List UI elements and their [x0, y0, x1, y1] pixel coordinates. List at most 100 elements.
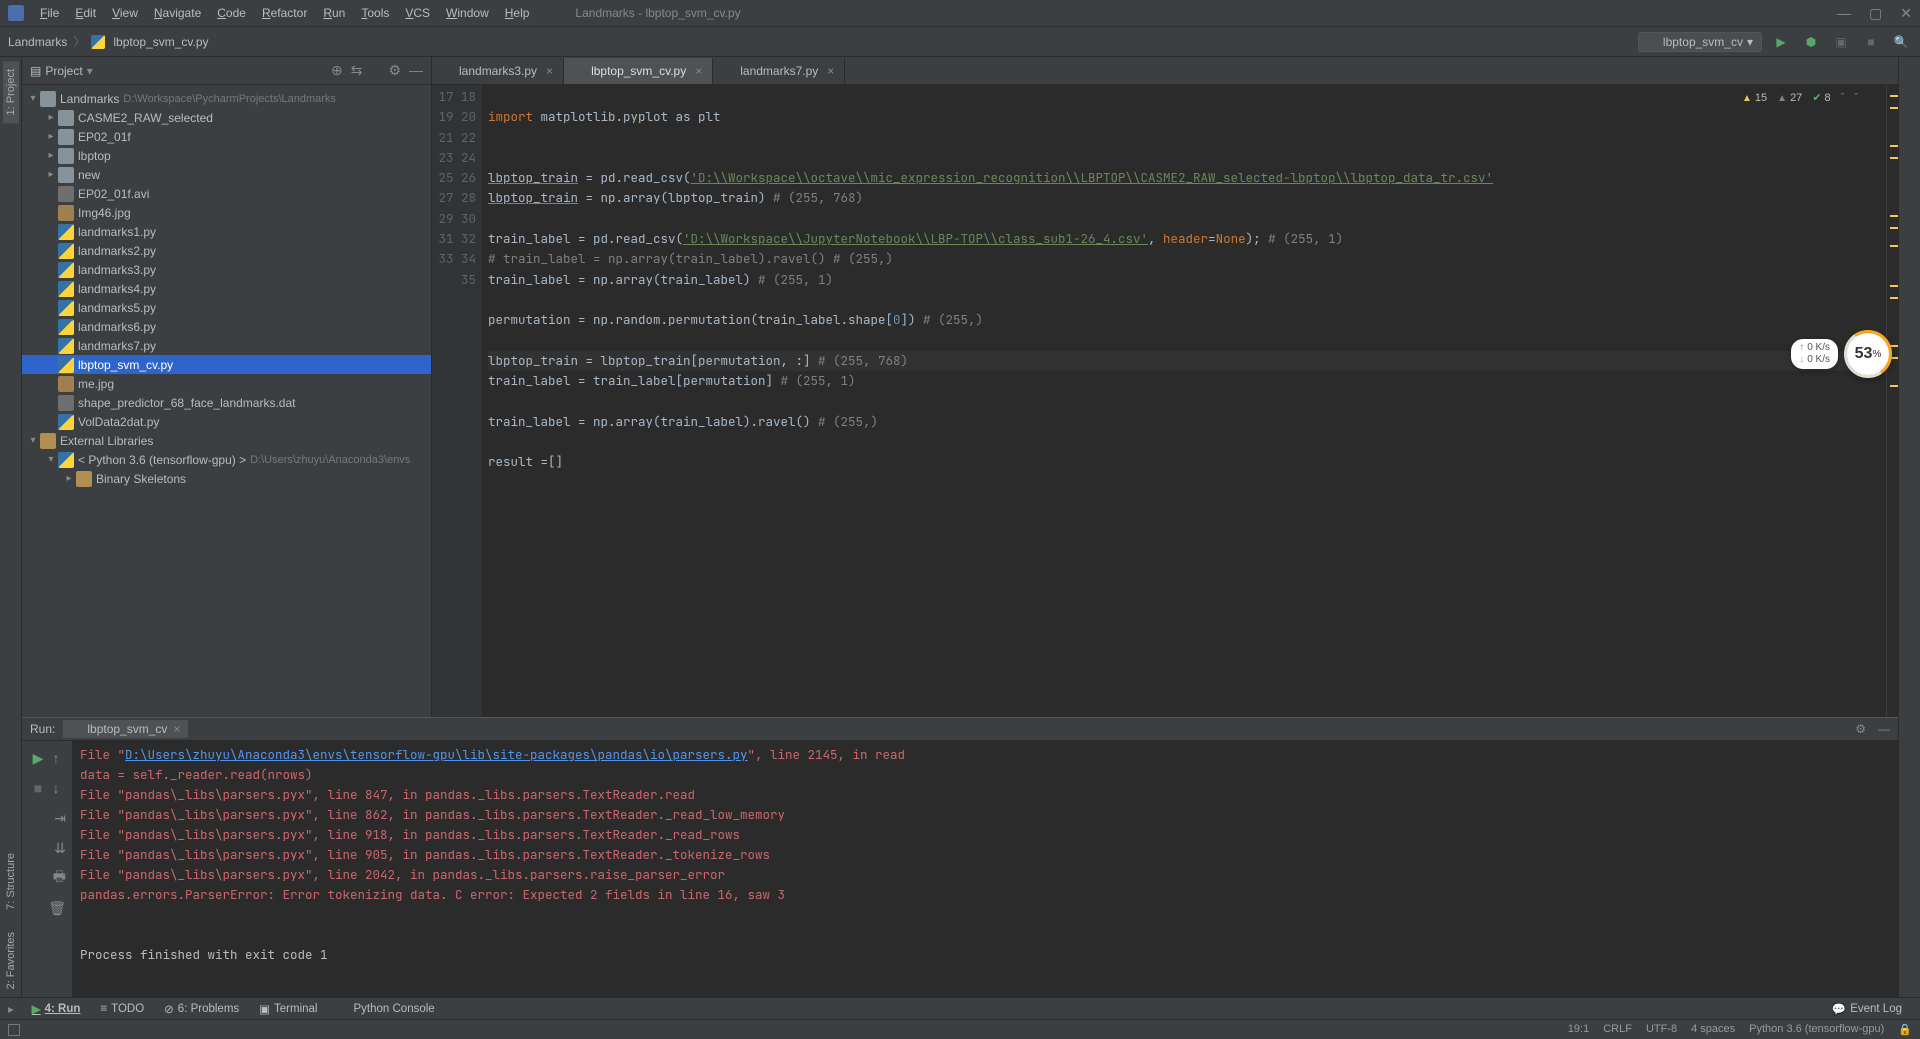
tree-item[interactable]: shape_predictor_68_face_landmarks.dat [22, 393, 431, 412]
python-interpreter[interactable]: Python 3.6 (tensorflow-gpu) [1749, 1023, 1884, 1036]
down-stack-icon[interactable]: ↓ [49, 777, 63, 799]
tree-item[interactable]: ▾< Python 3.6 (tensorflow-gpu) >D:\Users… [22, 450, 431, 469]
bottom-tab-terminal[interactable]: ▣Terminal [249, 1002, 327, 1016]
editor-tab[interactable]: landmarks3.py× [432, 58, 564, 84]
settings-icon[interactable]: ⚙ [388, 62, 401, 79]
tree-item[interactable]: me.jpg [22, 374, 431, 393]
indent-settings[interactable]: 4 spaces [1691, 1023, 1735, 1036]
tree-item[interactable]: landmarks6.py [22, 317, 431, 336]
hide-panel-icon[interactable]: — [1878, 722, 1890, 736]
tree-item[interactable]: VolData2dat.py [22, 412, 431, 431]
close-icon[interactable]: × [827, 64, 834, 78]
run-coverage-button[interactable]: ▣ [1830, 31, 1852, 53]
warning-count[interactable]: 15 [1742, 92, 1767, 104]
stop-icon[interactable]: ■ [31, 777, 45, 799]
editor-tab[interactable]: landmarks7.py× [713, 58, 845, 84]
hide-panel-icon[interactable]: — [409, 62, 423, 79]
debug-button[interactable]: ⬢ [1800, 31, 1822, 53]
locate-file-icon[interactable]: ⊕ [331, 62, 343, 79]
menu-run[interactable]: Run [317, 4, 351, 22]
tree-item[interactable]: Img46.jpg [22, 203, 431, 222]
side-tab-structure[interactable]: 7: Structure [3, 845, 19, 918]
percent-badge[interactable]: 53% [1844, 330, 1892, 378]
print-icon[interactable]: 🖶 [22, 867, 72, 889]
caret-position[interactable]: 19:1 [1568, 1023, 1589, 1036]
tree-item[interactable]: ▸Binary Skeletons [22, 469, 431, 488]
file-encoding[interactable]: UTF-8 [1646, 1023, 1677, 1036]
side-tab-project[interactable]: 1: Project [3, 61, 19, 123]
bottom-tab-python-console[interactable]: Python Console [328, 1003, 445, 1015]
side-tab-favorites[interactable]: 2: Favorites [3, 924, 19, 997]
tree-item[interactable]: landmarks1.py [22, 222, 431, 241]
inspection-widget[interactable]: 15 27 8 ˆ ˇ [1742, 91, 1858, 104]
menu-code[interactable]: Code [211, 4, 252, 22]
show-tool-windows-icon[interactable]: ▸ [8, 1002, 14, 1016]
run-config-selector[interactable]: lbptop_svm_cv ▾ [1638, 32, 1762, 52]
menu-vcs[interactable]: VCS [399, 4, 436, 22]
code-area[interactable]: import matplotlib.pyplot as plt lbptop_t… [482, 85, 1886, 717]
menu-view[interactable]: View [106, 4, 144, 22]
bottom-tab-run[interactable]: ▶4: Run [22, 1002, 91, 1016]
tree-item[interactable]: ▸new [22, 165, 431, 184]
tree-item[interactable]: ▸lbptop [22, 146, 431, 165]
maximize-icon[interactable]: ▢ [1869, 5, 1882, 22]
tree-item[interactable]: ▸CASME2_RAW_selected [22, 108, 431, 127]
prev-highlight-icon[interactable]: ˆ [1841, 92, 1845, 104]
line-separator[interactable]: CRLF [1603, 1023, 1632, 1036]
tree-item[interactable]: landmarks3.py [22, 260, 431, 279]
editor-tab[interactable]: lbptop_svm_cv.py× [564, 58, 713, 84]
next-highlight-icon[interactable]: ˇ [1854, 92, 1858, 104]
rerun-icon[interactable]: ▶ [31, 747, 45, 769]
run-button[interactable]: ▶ [1770, 31, 1792, 53]
menu-navigate[interactable]: Navigate [148, 4, 207, 22]
scroll-to-end-icon[interactable]: ⇊ [22, 837, 72, 859]
tree-item[interactable]: landmarks2.py [22, 241, 431, 260]
menu-edit[interactable]: Edit [69, 4, 102, 22]
close-icon[interactable]: ✕ [1900, 5, 1912, 22]
bottom-tab-problems[interactable]: ⊘6: Problems [154, 1002, 249, 1016]
menu-window[interactable]: Window [440, 4, 495, 22]
weak-warning-count[interactable]: 27 [1777, 92, 1802, 104]
project-view-icon: ▤ [30, 64, 41, 78]
soft-wrap-icon[interactable]: ⇥ [22, 807, 72, 829]
menu-help[interactable]: Help [499, 4, 536, 22]
project-panel-title[interactable]: Project [45, 64, 82, 78]
menu-file[interactable]: File [34, 4, 65, 22]
python-file-icon [58, 262, 74, 278]
menu-tools[interactable]: Tools [355, 4, 395, 22]
menu-refactor[interactable]: Refactor [256, 4, 313, 22]
close-icon[interactable]: × [695, 64, 702, 78]
error-stripe[interactable] [1886, 85, 1898, 717]
lock-icon[interactable]: 🔒 [1898, 1023, 1912, 1036]
tree-item[interactable]: ▾LandmarksD:\Workspace\PycharmProjects\L… [22, 89, 431, 108]
minimize-icon[interactable]: — [1837, 5, 1851, 22]
run-tab[interactable]: lbptop_svm_cv × [63, 720, 188, 738]
tool-window-quick-access-icon[interactable] [8, 1024, 20, 1036]
tree-item[interactable]: landmarks7.py [22, 336, 431, 355]
expand-all-icon[interactable]: ⇆ [351, 62, 363, 79]
chevron-down-icon[interactable]: ▾ [87, 64, 93, 78]
console-output[interactable]: File "D:\Users\zhuyu\Anaconda3\envs\tens… [72, 741, 1898, 997]
line-number-gutter[interactable]: 17 18 19 20 21 22 23 24 25 26 27 28 29 3… [432, 85, 482, 717]
tree-item[interactable]: ▸EP02_01f [22, 127, 431, 146]
clear-all-icon[interactable]: 🗑 [22, 897, 72, 919]
tree-item[interactable]: landmarks5.py [22, 298, 431, 317]
stop-button[interactable]: ■ [1860, 31, 1882, 53]
search-everywhere-button[interactable]: 🔍 [1890, 31, 1912, 53]
network-speed-badge[interactable]: 0 K/s 0 K/s [1791, 339, 1838, 369]
settings-icon[interactable]: ⚙ [1855, 722, 1866, 736]
tree-item[interactable]: lbptop_svm_cv.py [22, 355, 431, 374]
breadcrumb[interactable]: Landmarks 〉 lbptop_svm_cv.py [8, 33, 209, 50]
bottom-tab-event-log[interactable]: 💬Event Log [1822, 1002, 1912, 1016]
tree-item[interactable]: landmarks4.py [22, 279, 431, 298]
typo-count[interactable]: 8 [1812, 91, 1830, 104]
run-panel-label: Run: [30, 722, 55, 736]
up-stack-icon[interactable]: ↑ [49, 747, 63, 769]
tree-item[interactable]: ▾External Libraries [22, 431, 431, 450]
tree-item[interactable]: EP02_01f.avi [22, 184, 431, 203]
close-icon[interactable]: × [546, 64, 553, 78]
image-icon [58, 205, 74, 221]
close-icon[interactable]: × [173, 722, 180, 736]
bottom-tab-todo[interactable]: ≡TODO [90, 1003, 154, 1015]
project-tree[interactable]: ▾LandmarksD:\Workspace\PycharmProjects\L… [22, 85, 431, 717]
